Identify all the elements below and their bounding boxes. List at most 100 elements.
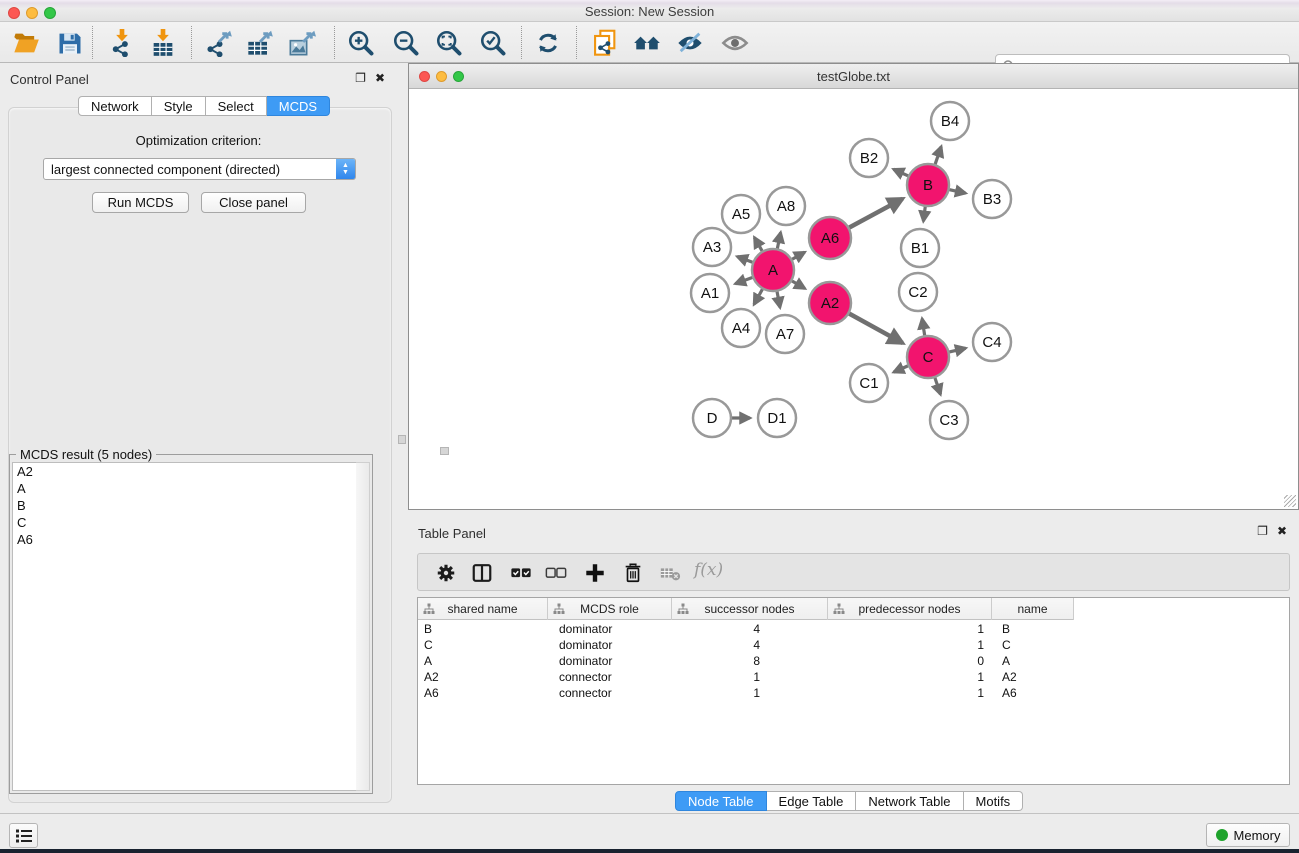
table-row[interactable]: Bdominator41B: [418, 621, 1289, 637]
column-header-name[interactable]: name: [992, 598, 1074, 620]
table-cell[interactable]: B: [418, 621, 548, 637]
table-cell[interactable]: C: [418, 637, 548, 653]
graph-edge-C-C2[interactable]: [922, 319, 925, 336]
horizontal-divider-handle[interactable]: [440, 447, 449, 455]
graph-edge-A-A6[interactable]: [792, 252, 805, 259]
network-window-titlebar[interactable]: testGlobe.txt: [409, 64, 1298, 89]
mcds-result-item[interactable]: A: [13, 480, 357, 497]
graph-node-A4[interactable]: A4: [722, 309, 760, 347]
close-table-panel-icon[interactable]: ✖: [1277, 524, 1287, 538]
graph-node-A3[interactable]: A3: [693, 228, 731, 266]
table-cell[interactable]: B: [992, 621, 1074, 637]
graph-edge-B-B2[interactable]: [894, 169, 908, 176]
table-cell[interactable]: 1: [828, 669, 992, 685]
graph-node-C4[interactable]: C4: [973, 323, 1011, 361]
column-header-MCDS-role[interactable]: MCDS role: [548, 598, 672, 620]
graph-edge-A2-C[interactable]: [849, 314, 902, 343]
table-tab-edge-table[interactable]: Edge Table: [767, 791, 857, 811]
tab-mcds[interactable]: MCDS: [267, 96, 330, 116]
table-cell[interactable]: 0: [828, 653, 992, 669]
graph-node-B3[interactable]: B3: [973, 180, 1011, 218]
graph-node-A6[interactable]: A6: [809, 217, 851, 259]
tab-style[interactable]: Style: [152, 96, 206, 116]
graph-node-A2[interactable]: A2: [809, 282, 851, 324]
export-image-icon[interactable]: [286, 27, 318, 59]
table-cell[interactable]: connector: [548, 669, 672, 685]
table-cell[interactable]: A2: [992, 669, 1074, 685]
refresh-icon[interactable]: [532, 27, 564, 59]
table-row[interactable]: Adominator80A: [418, 653, 1289, 669]
table-cell[interactable]: 1: [828, 621, 992, 637]
export-table-icon[interactable]: [244, 27, 276, 59]
select-all-icon[interactable]: [507, 559, 535, 587]
graph-edge-B-B4[interactable]: [935, 147, 941, 165]
table-cell[interactable]: A6: [992, 685, 1074, 701]
tab-network[interactable]: Network: [78, 96, 152, 116]
copy-network-icon[interactable]: [589, 27, 621, 59]
graph-node-B2[interactable]: B2: [850, 139, 888, 177]
panel-divider[interactable]: [397, 63, 408, 813]
table-cell[interactable]: dominator: [548, 621, 672, 637]
graph-node-A[interactable]: A: [752, 249, 794, 291]
graph-edge-A-A2[interactable]: [792, 281, 805, 288]
settings-gear-icon[interactable]: [432, 559, 460, 587]
graph-node-C2[interactable]: C2: [899, 273, 937, 311]
graph-edge-A-A7[interactable]: [777, 292, 780, 308]
table-row[interactable]: A2connector11A2: [418, 669, 1289, 685]
table-cell[interactable]: 1: [672, 685, 828, 701]
close-panel-button[interactable]: Close panel: [201, 192, 306, 213]
graph-node-D1[interactable]: D1: [758, 399, 796, 437]
close-panel-icon[interactable]: ✖: [375, 71, 385, 85]
zoom-in-icon[interactable]: [345, 27, 377, 59]
graph-edge-A-A3[interactable]: [737, 257, 752, 263]
table-cell[interactable]: A: [992, 653, 1074, 669]
save-session-icon[interactable]: [54, 27, 86, 59]
table-cell[interactable]: 1: [672, 669, 828, 685]
select-columns-icon[interactable]: [468, 559, 496, 587]
import-network-icon[interactable]: [106, 27, 138, 59]
table-row[interactable]: Cdominator41C: [418, 637, 1289, 653]
mcds-result-item[interactable]: B: [13, 497, 357, 514]
memory-button[interactable]: Memory: [1206, 823, 1290, 847]
float-panel-icon[interactable]: ❐: [355, 71, 366, 85]
graph-edge-C-C3[interactable]: [935, 378, 941, 395]
table-tab-node-table[interactable]: Node Table: [675, 791, 767, 811]
graph-edge-A6-B[interactable]: [849, 199, 902, 228]
table-tab-motifs[interactable]: Motifs: [964, 791, 1024, 811]
table-tab-network-table[interactable]: Network Table: [856, 791, 963, 811]
node-table[interactable]: shared nameMCDS rolesuccessor nodesprede…: [417, 597, 1290, 785]
mcds-result-item[interactable]: A6: [13, 531, 357, 548]
show-all-icon[interactable]: [719, 27, 751, 59]
column-header-predecessor-nodes[interactable]: predecessor nodes: [828, 598, 992, 620]
graph-edge-B-B3[interactable]: [949, 190, 965, 194]
column-header-successor-nodes[interactable]: successor nodes: [672, 598, 828, 620]
graph-node-C[interactable]: C: [907, 336, 949, 378]
zoom-out-icon[interactable]: [390, 27, 422, 59]
resize-grip-icon[interactable]: [1284, 495, 1296, 507]
graph-node-A1[interactable]: A1: [691, 274, 729, 312]
result-scrollbar[interactable]: [356, 462, 370, 791]
table-cell[interactable]: A: [418, 653, 548, 669]
criterion-select[interactable]: largest connected component (directed) ▲…: [43, 158, 356, 180]
zoom-fit-icon[interactable]: [433, 27, 465, 59]
graph-node-D[interactable]: D: [693, 399, 731, 437]
deselect-all-icon[interactable]: [542, 559, 570, 587]
graph-node-A8[interactable]: A8: [767, 187, 805, 225]
mcds-result-item[interactable]: A2: [13, 463, 357, 480]
graph-node-A7[interactable]: A7: [766, 315, 804, 353]
table-cell[interactable]: 1: [828, 637, 992, 653]
graph-node-A5[interactable]: A5: [722, 195, 760, 233]
mcds-result-item[interactable]: C: [13, 514, 357, 531]
task-history-button[interactable]: [9, 823, 38, 848]
hide-selected-icon[interactable]: [674, 27, 706, 59]
graph-node-C3[interactable]: C3: [930, 401, 968, 439]
run-mcds-button[interactable]: Run MCDS: [92, 192, 189, 213]
mcds-result-list[interactable]: A2ABCA6: [12, 462, 358, 791]
zoom-selected-icon[interactable]: [477, 27, 509, 59]
table-cell[interactable]: connector: [548, 685, 672, 701]
table-cell[interactable]: 1: [828, 685, 992, 701]
table-cell[interactable]: dominator: [548, 653, 672, 669]
table-cell[interactable]: 4: [672, 637, 828, 653]
divider-handle[interactable]: [398, 435, 406, 444]
export-network-icon[interactable]: [203, 27, 235, 59]
